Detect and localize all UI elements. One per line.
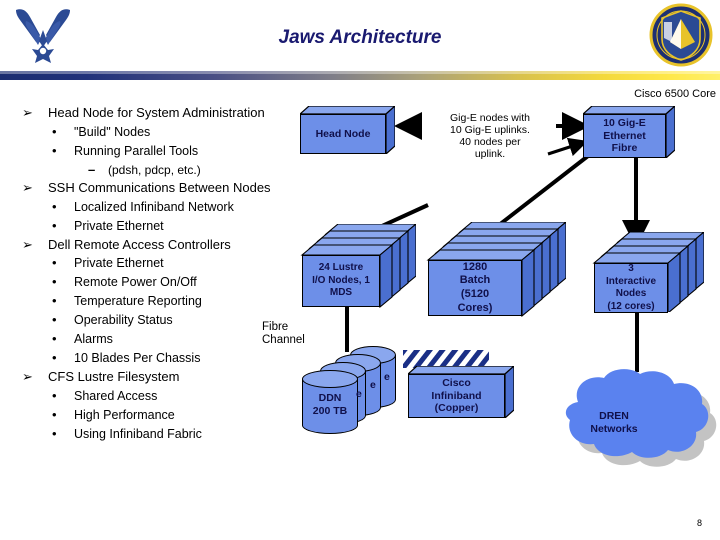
fibre-channel-label: Fibre Channel [262, 321, 332, 347]
core-switch-text: 10 Gig-E Ethernet Fibre [603, 117, 646, 155]
dren-networks-label: DREN Networks [566, 410, 662, 436]
cylinder-extra-label-3: e [384, 371, 390, 383]
head-node-box: Head Node [300, 106, 395, 154]
fibre-channel-text: Fibre Channel [262, 321, 305, 347]
interactive-nodes-stack: 3 Interactive Nodes (12 cores) [592, 232, 704, 313]
ddn-storage-cylinders: DDN 200 TB e e e [302, 346, 402, 434]
core-switch-label: 10 Gig-E Ethernet Fibre [583, 114, 666, 158]
uplink-note-text: Gig-E nodes with 10 Gig-E uplinks. 40 no… [450, 112, 530, 161]
infiniband-switch-label: Cisco Infiniband (Copper) [408, 374, 505, 418]
dren-networks-text: DREN Networks [590, 410, 638, 436]
page-number: 8 [696, 518, 702, 528]
lustre-nodes-stack: 24 Lustre I/O Nodes, 1 MDS [296, 224, 416, 310]
header-divider [0, 71, 720, 80]
lustre-nodes-label: 24 Lustre I/O Nodes, 1 MDS [302, 255, 380, 307]
air-force-unit-shield-emblem-icon [648, 2, 714, 68]
lustre-nodes-text: 24 Lustre I/O Nodes, 1 MDS [312, 262, 370, 299]
interactive-nodes-text: 3 Interactive Nodes (12 cores) [605, 263, 657, 312]
cisco-core-caption: Cisco 6500 Core [634, 88, 716, 100]
interactive-nodes-label: 3 Interactive Nodes (12 cores) [594, 263, 668, 313]
dren-networks-cloud: DREN Networks [548, 366, 720, 478]
infiniband-switch-text: Cisco Infiniband (Copper) [431, 377, 482, 415]
batch-nodes-stack: 1280 Batch (5120 Cores) [420, 222, 566, 318]
core-switch-box: 10 Gig-E Ethernet Fibre [583, 106, 675, 158]
cylinder-extra-label-1: e [356, 388, 362, 400]
infiniband-switch-box: Cisco Infiniband (Copper) [408, 366, 514, 418]
uplink-note: Gig-E nodes with 10 Gig-E uplinks. 40 no… [424, 112, 556, 160]
ddn-storage-label: DDN 200 TB [302, 392, 358, 417]
head-node-label: Head Node [300, 114, 386, 154]
batch-nodes-label: 1280 Batch (5120 Cores) [428, 260, 522, 316]
cylinder-top [302, 370, 358, 388]
storage-cylinder-front: DDN 200 TB [302, 370, 358, 434]
architecture-diagram: core switch --> Head Node Cisco 6500 Cor… [0, 84, 720, 540]
cylinder-extra-label-2: e [370, 379, 376, 391]
ddn-storage-text: DDN 200 TB [312, 391, 348, 417]
page-title: Jaws Architecture [278, 27, 442, 48]
slide-header: Jaws Architecture [0, 0, 720, 84]
batch-nodes-text: 1280 Batch (5120 Cores) [457, 260, 493, 314]
